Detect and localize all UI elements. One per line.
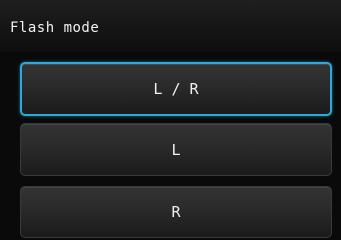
- option-label: L: [171, 140, 181, 159]
- option-button-l[interactable]: L: [20, 123, 332, 176]
- option-button-lr[interactable]: L / R: [20, 62, 332, 116]
- page-title: Flash mode: [10, 20, 100, 36]
- option-button-r[interactable]: R: [20, 186, 332, 238]
- option-label: L / R: [153, 80, 199, 98]
- header-bar: Flash mode: [0, 0, 341, 52]
- option-label: R: [171, 203, 181, 221]
- flash-mode-screen: Flash mode L / R L R: [0, 0, 341, 240]
